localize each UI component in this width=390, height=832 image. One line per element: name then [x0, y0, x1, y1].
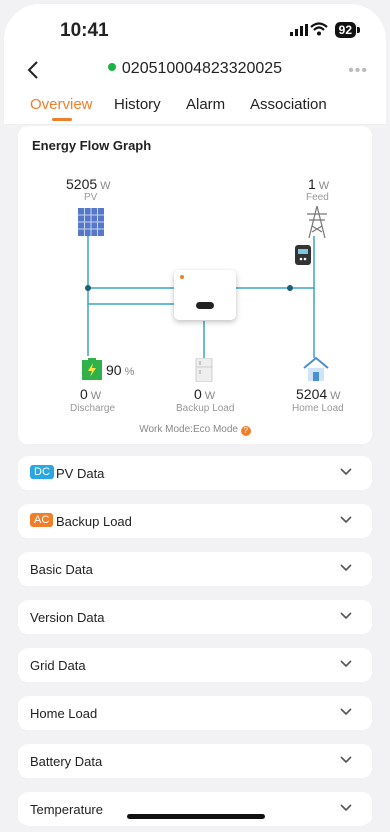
backup-load-power: 0W	[194, 386, 215, 402]
feed-power: 1W	[308, 176, 329, 192]
feed-label: Feed	[306, 192, 329, 203]
section-home-load[interactable]: Home Load	[18, 696, 372, 730]
cellular-signal-icon	[290, 24, 308, 36]
section-label: Home Load	[30, 706, 98, 721]
section-label: Battery Data	[30, 754, 103, 769]
chevron-down-icon[interactable]	[340, 756, 352, 764]
home-load-unit: W	[330, 390, 341, 402]
more-options-icon[interactable]: •••	[348, 62, 368, 80]
section-version-data[interactable]: Version Data	[18, 600, 372, 634]
tab-bar: Overview History Alarm Association	[4, 88, 386, 125]
app-screen: 10:41 92 020510004823320025 ••• Overview…	[4, 4, 386, 828]
inverter-icon	[174, 270, 236, 320]
help-icon[interactable]: ?	[240, 426, 251, 436]
battery-level: 92	[334, 22, 356, 38]
feed-power-unit: W	[318, 180, 330, 192]
battery-power-value: 0	[80, 386, 88, 402]
home-indicator[interactable]	[127, 814, 265, 819]
feed-power-value: 1	[308, 176, 316, 192]
battery-power-unit: W	[90, 390, 102, 402]
solar-panel-icon	[78, 208, 104, 236]
online-status-dot	[107, 63, 116, 71]
chevron-down-icon[interactable]	[340, 468, 352, 476]
work-mode: Work Mode:Eco Mode ?	[18, 424, 372, 436]
chevron-down-icon[interactable]	[340, 660, 352, 668]
battery-power: 0W	[80, 386, 101, 402]
wifi-icon	[310, 22, 328, 36]
battery-soc: 90%	[106, 362, 134, 378]
meter-icon	[295, 245, 311, 265]
device-title: 020510004823320025	[4, 60, 386, 78]
battery-mode-label: Discharge	[70, 403, 116, 414]
battery-soc-value: 90	[106, 362, 122, 378]
home-icon	[303, 356, 329, 381]
chevron-down-icon[interactable]	[340, 612, 352, 620]
section-basic-data[interactable]: Basic Data	[18, 552, 372, 586]
pv-power-unit: W	[100, 180, 111, 192]
active-tab-indicator	[52, 118, 72, 121]
section-pv-data[interactable]: DC PV Data	[18, 456, 372, 490]
chevron-down-icon[interactable]	[340, 516, 352, 524]
section-backup-load[interactable]: AC Backup Load	[18, 504, 372, 538]
device-id: 020510004823320025	[121, 60, 283, 77]
section-label: Backup Load	[56, 514, 132, 529]
home-load-power: 5204 W	[296, 386, 341, 402]
section-label: Grid Data	[30, 658, 86, 673]
tab-alarm[interactable]: Alarm	[186, 96, 225, 113]
pv-label: PV	[84, 192, 98, 203]
pv-power-value: 5205	[66, 176, 98, 192]
backup-load-unit: W	[204, 390, 216, 402]
battery-soc-unit: %	[124, 366, 135, 378]
energy-flow-card: Energy Flow Graph 5205 W PV 1 W Feed 90 …	[18, 126, 372, 444]
section-label: PV Data	[56, 466, 105, 481]
section-grid-data[interactable]: Grid Data	[18, 648, 372, 682]
status-bar: 10:41 92	[4, 4, 386, 52]
chevron-down-icon[interactable]	[340, 708, 352, 716]
tab-association[interactable]: Association	[250, 96, 327, 113]
home-load-value: 5204	[296, 386, 328, 402]
status-time: 10:41	[60, 20, 109, 41]
section-label: Temperature	[30, 802, 103, 817]
battery-icon	[82, 358, 102, 380]
tab-history[interactable]: History	[114, 96, 161, 113]
work-mode-text: Work Mode:Eco Mode	[139, 424, 238, 435]
section-temperature[interactable]: Temperature	[18, 792, 372, 826]
backup-load-label: Backup Load	[176, 403, 235, 414]
chevron-down-icon[interactable]	[340, 564, 352, 572]
backup-load-icon	[195, 358, 213, 382]
tab-overview[interactable]: Overview	[30, 96, 93, 113]
nav-bar: 020510004823320025 •••	[4, 52, 386, 88]
chevron-down-icon[interactable]	[340, 804, 352, 812]
section-label: Basic Data	[30, 562, 93, 577]
home-load-label: Home Load	[292, 403, 344, 414]
battery-icon	[357, 27, 360, 33]
ac-badge: AC	[30, 513, 54, 527]
dc-badge: DC	[30, 465, 54, 479]
section-label: Version Data	[30, 610, 105, 625]
pv-power: 5205 W	[66, 176, 111, 192]
power-tower-icon	[307, 206, 327, 238]
section-battery-data[interactable]: Battery Data	[18, 744, 372, 778]
backup-load-value: 0	[194, 386, 202, 402]
